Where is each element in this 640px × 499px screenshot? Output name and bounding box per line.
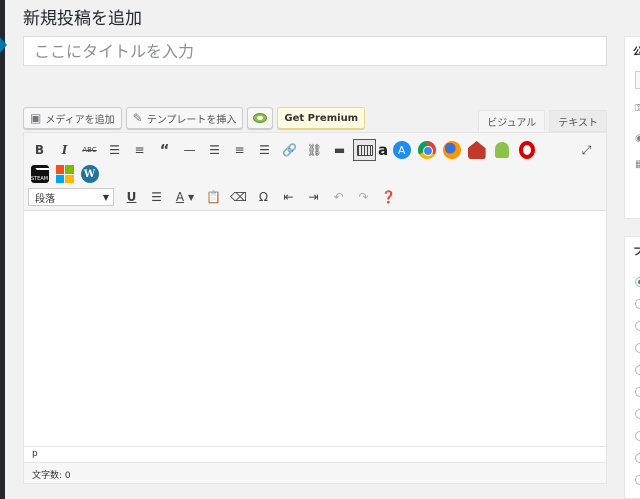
plugin-eye-button[interactable]: [247, 107, 274, 129]
appstore-button[interactable]: A: [390, 139, 413, 161]
eye-icon: [253, 113, 268, 123]
get-premium-label: Get Premium: [284, 112, 359, 124]
special-character-icon[interactable]: Ω: [252, 186, 275, 208]
add-media-label: メディアを追加: [45, 114, 115, 126]
calendar-icon: ▦: [635, 159, 640, 170]
toolbar-toggle-icon[interactable]: [353, 139, 376, 161]
fire-button[interactable]: [465, 139, 488, 161]
fullscreen-icon[interactable]: ⤢: [575, 139, 598, 161]
paste-text-icon[interactable]: 📋: [202, 186, 225, 208]
chrome-button[interactable]: [415, 139, 438, 161]
blockquote-icon[interactable]: “: [153, 139, 176, 161]
justify-icon[interactable]: ☰: [145, 186, 168, 208]
toolbar-row-3: 段落 ▼ U ☰ A ▼ 📋 ⌫ Ω ⇤ ⇥ ↶ ↷ ❓: [28, 186, 400, 208]
appstore-icon: A: [392, 141, 411, 159]
microsoft-button[interactable]: [53, 163, 76, 185]
opera-icon: [518, 141, 535, 159]
wordpress-button[interactable]: W: [78, 163, 101, 185]
format-radio[interactable]: [635, 387, 640, 397]
publish-box: 公 ⚿ ◉ ▦: [624, 36, 640, 219]
numbered-list-icon[interactable]: ≡: [128, 139, 151, 161]
format-select-value: 段落: [35, 193, 55, 205]
word-count: 文字数: 0: [23, 462, 607, 484]
format-radio[interactable]: [635, 475, 640, 485]
publish-box-title: 公: [633, 47, 640, 58]
format-box-title: フ: [633, 247, 640, 258]
format-radio[interactable]: [635, 321, 640, 331]
get-premium-button[interactable]: Get Premium: [277, 107, 366, 129]
add-media-button[interactable]: ▣ メディアを追加: [23, 107, 122, 129]
help-icon[interactable]: ❓: [377, 186, 400, 208]
chrome-icon: [417, 141, 436, 159]
fire-icon: [467, 141, 486, 159]
steam-button[interactable]: STEAM: [28, 163, 51, 185]
tab-visual[interactable]: ビジュアル: [478, 110, 546, 132]
outdent-icon[interactable]: ⇤: [277, 186, 300, 208]
align-center-icon[interactable]: ≡: [228, 139, 251, 161]
format-radio[interactable]: [635, 365, 640, 375]
microsoft-icon: [55, 165, 74, 183]
current-menu-arrow: [0, 37, 7, 53]
editor-toolbar: B I ABC ☰ ≡ “ — ☰ ≡ ☰ 🔗 ⛓ ▬ a A ⤢ STEAM: [24, 133, 606, 211]
post-title-input[interactable]: [23, 36, 607, 66]
editor-tabs: ビジュアル テキスト: [478, 110, 607, 132]
underline-icon[interactable]: U: [120, 186, 143, 208]
amazon-icon[interactable]: a: [378, 139, 388, 161]
format-box: フ: [624, 236, 640, 499]
android-button[interactable]: [490, 139, 513, 161]
element-path: p: [24, 446, 606, 462]
text-color-icon[interactable]: A ▼: [170, 186, 200, 208]
format-radio[interactable]: [635, 299, 640, 309]
toolbar-row-1: B I ABC ☰ ≡ “ — ☰ ≡ ☰ 🔗 ⛓ ▬ a A: [28, 139, 538, 161]
eye-icon: ◉: [635, 133, 640, 144]
wordpress-icon: W: [80, 165, 99, 183]
media-icon: ▣: [30, 111, 42, 125]
align-left-icon[interactable]: ☰: [203, 139, 226, 161]
admin-menu-edge: [0, 0, 7, 499]
indent-icon[interactable]: ⇥: [302, 186, 325, 208]
unlink-icon[interactable]: ⛓: [303, 139, 326, 161]
toolbar-row-2: STEAM W: [28, 163, 101, 185]
align-right-icon[interactable]: ☰: [253, 139, 276, 161]
clear-formatting-icon[interactable]: ⌫: [227, 186, 250, 208]
post-editor: B I ABC ☰ ≡ “ — ☰ ≡ ☰ 🔗 ⛓ ▬ a A ⤢ STEAM: [23, 132, 607, 484]
format-radio[interactable]: [635, 343, 640, 353]
chevron-down-icon: ▼: [102, 192, 109, 202]
media-buttons: ▣ メディアを追加 ✎ テンプレートを挿入 Get Premium: [23, 107, 366, 129]
firefox-button[interactable]: [440, 139, 463, 161]
insert-template-label: テンプレートを挿入: [146, 114, 237, 126]
redo-icon[interactable]: ↷: [352, 186, 375, 208]
format-radio[interactable]: [635, 431, 640, 441]
page-title: 新規投稿を追加: [23, 9, 142, 29]
save-draft-button[interactable]: [635, 71, 640, 89]
italic-icon[interactable]: I: [53, 139, 76, 161]
format-select[interactable]: 段落 ▼: [28, 188, 114, 206]
firefox-icon: [442, 141, 461, 159]
format-radio[interactable]: [635, 453, 640, 463]
link-icon[interactable]: 🔗: [278, 139, 301, 161]
keyboard-icon: [356, 144, 373, 156]
format-radio-standard[interactable]: [635, 277, 640, 287]
strikethrough-icon[interactable]: ABC: [78, 139, 101, 161]
insert-template-button[interactable]: ✎ テンプレートを挿入: [125, 107, 244, 129]
bold-icon[interactable]: B: [28, 139, 51, 161]
format-radio[interactable]: [635, 409, 640, 419]
undo-icon[interactable]: ↶: [327, 186, 350, 208]
tab-text[interactable]: テキスト: [549, 110, 607, 132]
bullet-list-icon[interactable]: ☰: [103, 139, 126, 161]
read-more-icon[interactable]: ▬: [328, 139, 351, 161]
steam-icon: STEAM: [30, 165, 49, 183]
opera-button[interactable]: [515, 139, 538, 161]
key-icon: ⚿: [635, 103, 640, 114]
pencil-icon: ✎: [132, 111, 143, 125]
android-icon: [494, 142, 509, 158]
editor-content-area[interactable]: [24, 211, 606, 446]
horizontal-rule-icon[interactable]: —: [178, 139, 201, 161]
